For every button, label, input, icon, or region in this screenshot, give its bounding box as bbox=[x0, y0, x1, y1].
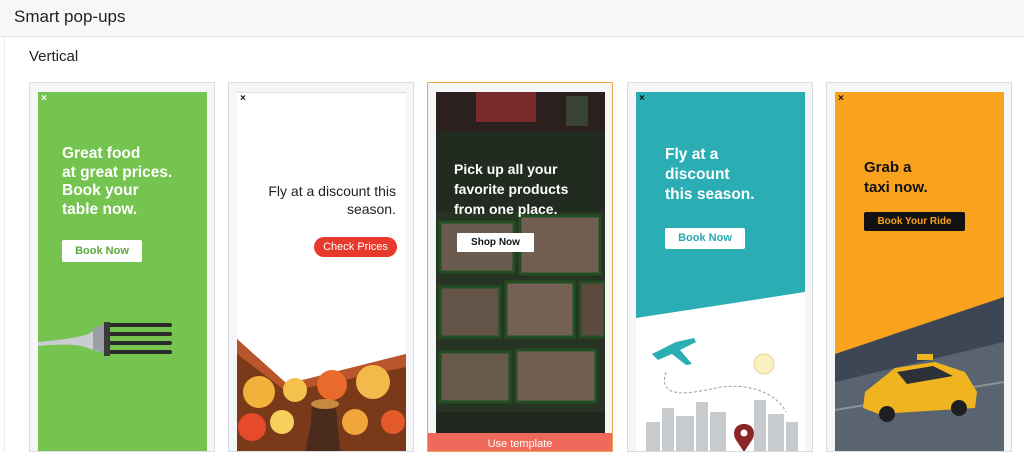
section-title-vertical: Vertical bbox=[29, 48, 79, 65]
airplane-icon bbox=[652, 338, 696, 365]
page-title: Smart pop-ups bbox=[14, 7, 126, 26]
close-icon: × bbox=[639, 93, 645, 104]
use-template-button[interactable]: Use template bbox=[428, 433, 612, 451]
grocery-image bbox=[436, 92, 605, 451]
template-preview: × Fly at a discount this season. Book No… bbox=[636, 92, 805, 451]
fork-icon bbox=[38, 322, 172, 356]
template-preview: × Fly at a discount this season. Check P… bbox=[237, 92, 406, 451]
template-card-restaurant[interactable]: × Great food at great prices. Book your … bbox=[29, 82, 215, 452]
template-card-flight-discount[interactable]: × Fly at a discount this season. Check P… bbox=[228, 82, 414, 452]
template-preview: × Great food at great prices. Book your … bbox=[38, 92, 207, 451]
taxi-image bbox=[835, 297, 1004, 451]
template-preview: × Grab a taxi now. Book Your Ride bbox=[835, 92, 1004, 451]
location-pin-icon bbox=[734, 424, 754, 451]
template-headline: Pick up all your favorite products from … bbox=[454, 161, 569, 217]
template-card-flight-season[interactable]: × Fly at a discount this season. Book No… bbox=[627, 82, 813, 452]
template-cta-button: Book Now bbox=[665, 228, 745, 249]
top-bar: Smart pop-ups bbox=[0, 0, 1024, 37]
template-cta-button: Shop Now bbox=[457, 233, 534, 252]
template-cta-button: Book Your Ride bbox=[864, 212, 965, 231]
lanterns-image bbox=[237, 339, 406, 451]
template-card-taxi[interactable]: × Grab a taxi now. Book Your Ride bbox=[826, 82, 1012, 452]
template-headline: Grab a taxi now. bbox=[864, 159, 928, 196]
close-icon: × bbox=[838, 93, 844, 104]
template-preview: Pick up all your favorite products from … bbox=[436, 92, 605, 451]
template-headline: Fly at a discount this season. bbox=[665, 146, 755, 203]
template-card-grocery[interactable]: Pick up all your favorite products from … bbox=[427, 82, 613, 452]
